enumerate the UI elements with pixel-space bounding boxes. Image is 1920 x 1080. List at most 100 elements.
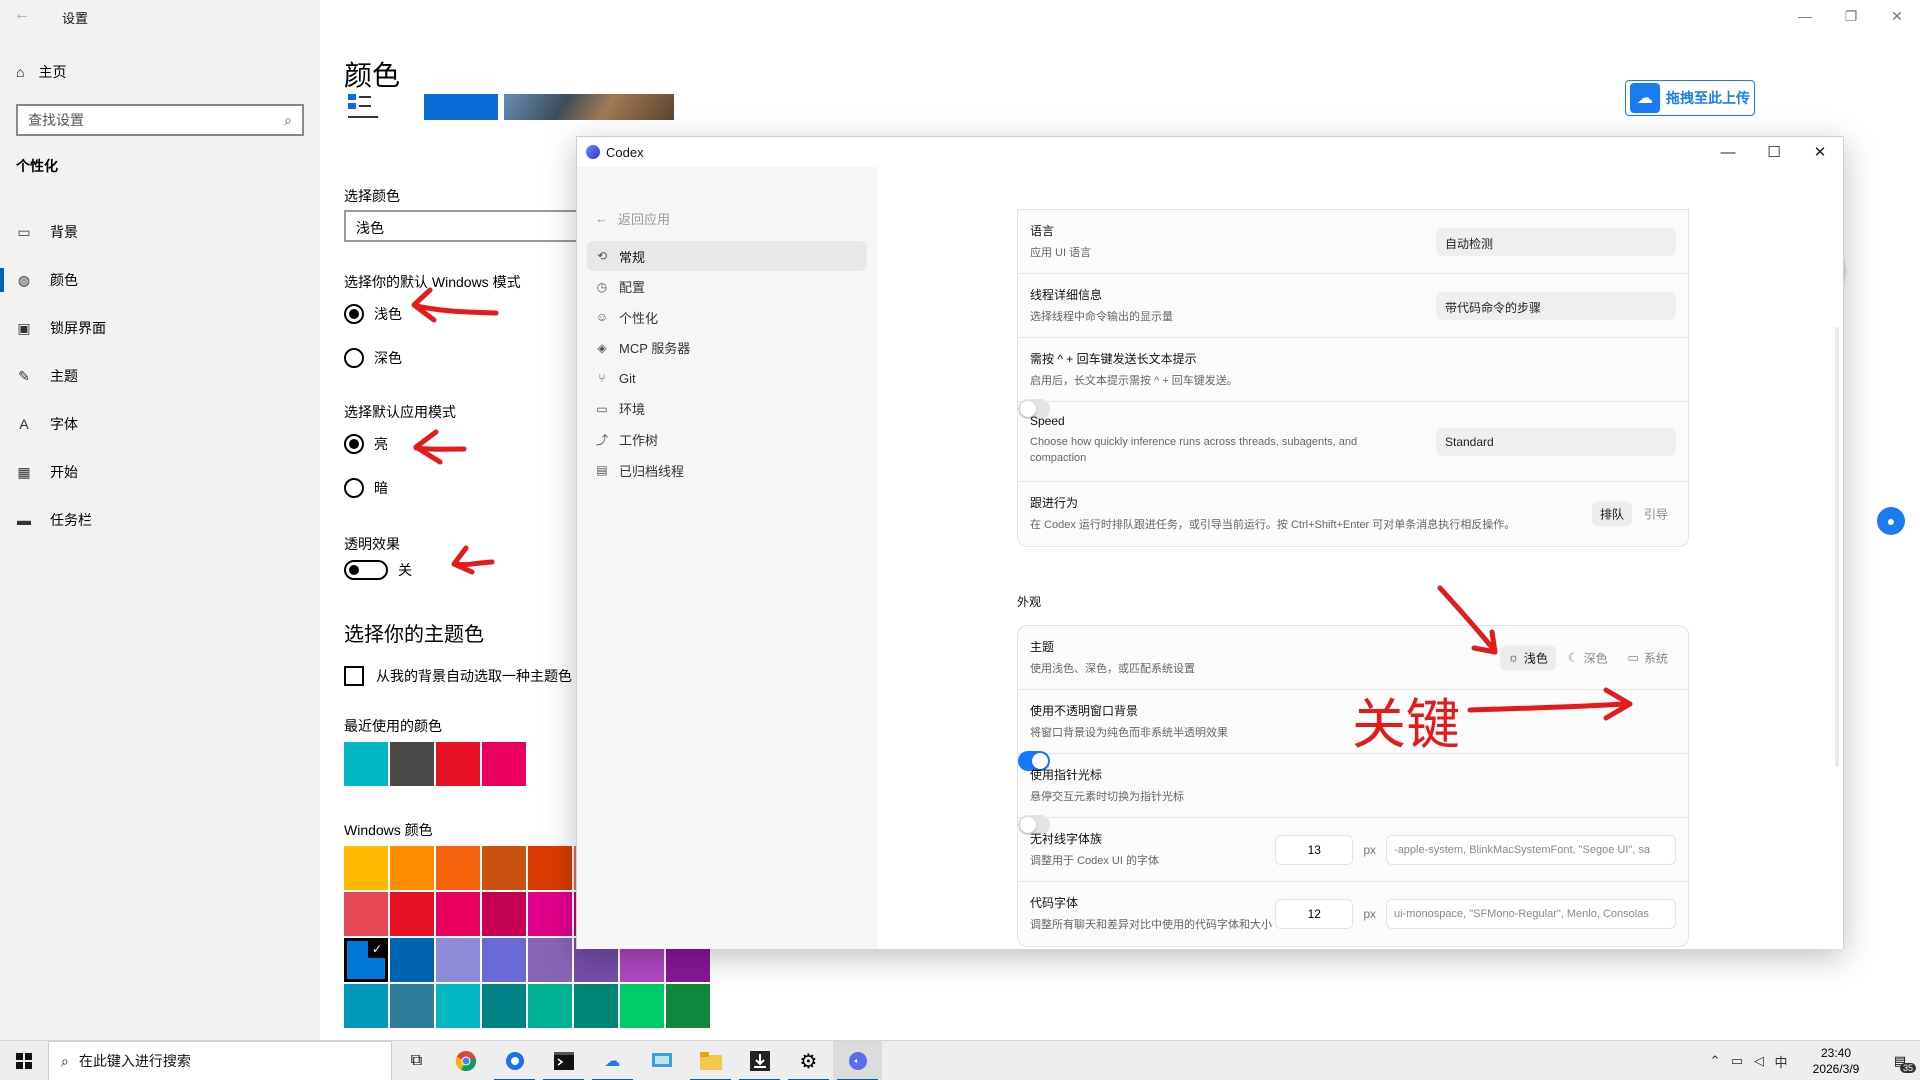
windows-color-swatch[interactable] (528, 984, 572, 1028)
codex-nav-environment[interactable]: ▭ 环境 (587, 394, 867, 424)
windows-color-swatch[interactable] (390, 984, 434, 1028)
windows-color-swatch[interactable] (528, 846, 572, 890)
sidebar-item-colors[interactable]: ◍ 颜色 (0, 256, 320, 304)
minimize-icon[interactable]: — (1705, 137, 1751, 167)
sidebar-item-background[interactable]: ▭ 背景 (0, 208, 320, 256)
follow-up-queue-option[interactable]: 排队 (1591, 501, 1632, 527)
chrome-icon[interactable] (441, 1041, 490, 1080)
restore-icon[interactable]: ❐ (1828, 0, 1874, 32)
windows-color-swatch[interactable] (344, 846, 388, 890)
recent-color-swatch[interactable] (344, 742, 388, 786)
search-placeholder: 查找设置 (28, 112, 84, 128)
windows-color-swatch[interactable] (482, 846, 526, 890)
blue-circle-app-icon[interactable] (490, 1041, 539, 1080)
codex-nav-label: 已归档线程 (619, 463, 685, 479)
windows-color-swatch[interactable] (574, 984, 618, 1028)
app-mode-dark-radio[interactable]: 暗 (344, 478, 388, 498)
sidebar-item-start[interactable]: ▦ 开始 (0, 448, 320, 496)
recent-colors-label: 最近使用的颜色 (344, 718, 442, 734)
codex-nav-git[interactable]: ⑂ Git (587, 363, 867, 393)
back-label: 返回应用 (618, 212, 671, 227)
setting-follow-up: 跟进行为 在 Codex 运行时排队跟进任务，或引导当前运行。按 Ctrl+Sh… (1018, 482, 1688, 546)
notification-center-icon[interactable]: ▤ 35 (1880, 1053, 1920, 1073)
windows-color-swatch[interactable] (436, 984, 480, 1028)
windows-color-swatch[interactable] (390, 846, 434, 890)
windows-color-swatch[interactable] (482, 892, 526, 936)
maximize-icon[interactable]: ☐ (1751, 137, 1797, 167)
speed-dropdown[interactable]: Standard (1436, 427, 1676, 456)
theme-light-option[interactable]: ☼ 浅色 (1499, 645, 1556, 670)
recent-color-swatch[interactable] (482, 742, 526, 786)
auto-accent-checkbox[interactable]: 从我的背景自动选取一种主题色 (344, 666, 572, 686)
codex-nav-general[interactable]: ⟲ 常规 (587, 241, 867, 271)
settings-search-input[interactable]: 查找设置 ⌕ (16, 104, 304, 136)
windows-color-swatch[interactable] (436, 892, 480, 936)
system-clock[interactable]: 23:40 2026/3/9 (1796, 1045, 1876, 1077)
choose-color-select[interactable]: 浅色 (344, 210, 594, 242)
codex-app-icon[interactable] (833, 1041, 882, 1080)
recent-color-swatch[interactable] (436, 742, 480, 786)
codex-nav-config[interactable]: ◷ 配置 (587, 272, 867, 302)
codex-nav-mcp[interactable]: ◈ MCP 服务器 (587, 333, 867, 363)
theme-dark-option[interactable]: ☾ 深色 (1560, 645, 1616, 670)
sans-font-size-input[interactable]: 13 (1275, 834, 1354, 865)
windows-color-swatch[interactable] (666, 984, 710, 1028)
floating-chat-icon[interactable]: ● (1877, 507, 1905, 535)
recent-color-swatch[interactable] (390, 742, 434, 786)
codex-nav-personalize[interactable]: ☺ 个性化 (587, 302, 867, 332)
nav-home[interactable]: ⌂ 主页 (16, 62, 66, 82)
upload-button[interactable]: ☁ 拖拽至此上传 (1625, 80, 1755, 116)
windows-color-swatch[interactable] (390, 892, 434, 936)
remote-desktop-icon[interactable] (637, 1041, 686, 1080)
close-icon[interactable]: ✕ (1874, 0, 1920, 32)
baidu-netdisk-icon[interactable]: ☁ (588, 1041, 637, 1080)
codex-nav-worktree[interactable]: ⤴ 工作树 (587, 425, 867, 455)
thread-detail-dropdown[interactable]: 带代码命令的步骤 (1436, 291, 1676, 320)
app-mode-light-radio[interactable]: 亮 (344, 434, 388, 454)
sidebar-item-lock-screen[interactable]: ▣ 锁屏界面 (0, 304, 320, 352)
code-font-family-input[interactable]: ui-monospace, "SFMono-Regular", Menlo, C… (1386, 899, 1676, 929)
terminal-icon[interactable] (539, 1041, 588, 1080)
code-font-size-input[interactable]: 12 (1275, 899, 1354, 929)
language-dropdown[interactable]: 自动检测 (1436, 227, 1676, 256)
volume-icon[interactable]: ◁ (1748, 1053, 1770, 1069)
windows-color-swatch[interactable] (344, 892, 388, 936)
theme-system-option[interactable]: ▭ 系统 (1620, 645, 1676, 670)
windows-color-swatch[interactable]: ✓ (344, 938, 388, 982)
sidebar-item-themes[interactable]: ✎ 主题 (0, 352, 320, 400)
chevron-up-icon[interactable]: ⌃ (1704, 1053, 1726, 1069)
windows-mode-light-radio[interactable]: 浅色 (344, 304, 402, 324)
transparency-toggle[interactable]: 关 (344, 560, 412, 580)
taskbar-search-input[interactable]: ⌕ 在此键入进行搜索 (48, 1041, 392, 1080)
windows-color-swatch[interactable] (528, 938, 572, 982)
settings-gear-icon[interactable]: ⚙ (784, 1041, 833, 1080)
back-to-app-link[interactable]: ← 返回应用 (595, 209, 670, 228)
sidebar-item-fonts[interactable]: A 字体 (0, 400, 320, 448)
network-icon[interactable]: ▭ (1726, 1053, 1748, 1069)
follow-up-steer-option[interactable]: 引导 (1636, 502, 1676, 527)
task-view-icon[interactable]: ⧉ (392, 1041, 441, 1080)
windows-color-swatch[interactable] (528, 892, 572, 936)
file-explorer-icon[interactable] (686, 1041, 735, 1080)
sidebar-item-taskbar[interactable]: ▬ 任务栏 (0, 496, 320, 544)
windows-color-swatch[interactable] (436, 938, 480, 982)
codex-nav-archived[interactable]: ▤ 已归档线程 (587, 455, 867, 485)
settings-window-controls: — ❐ ✕ (1782, 0, 1920, 32)
minimize-icon[interactable]: — (1782, 0, 1828, 32)
windows-color-swatch[interactable] (482, 984, 526, 1028)
windows-mode-dark-radio[interactable]: 深色 (344, 348, 402, 368)
codex-scrollbar[interactable] (1835, 327, 1839, 767)
codex-nav-label: Git (619, 370, 636, 386)
ime-indicator[interactable]: 中 (1770, 1052, 1792, 1071)
sans-font-family-input[interactable]: -apple-system, BlinkMacSystemFont, "Sego… (1386, 834, 1676, 865)
windows-color-swatch[interactable] (436, 846, 480, 890)
close-icon[interactable]: ✕ (1797, 137, 1843, 167)
back-arrow-icon[interactable]: ← (14, 6, 30, 24)
download-app-icon[interactable] (735, 1041, 784, 1080)
windows-color-swatch[interactable] (482, 938, 526, 982)
start-button[interactable] (0, 1041, 48, 1080)
windows-color-swatch[interactable] (390, 938, 434, 982)
windows-color-swatch[interactable] (620, 984, 664, 1028)
theme-option-label: 系统 (1643, 651, 1668, 665)
windows-color-swatch[interactable] (344, 984, 388, 1028)
